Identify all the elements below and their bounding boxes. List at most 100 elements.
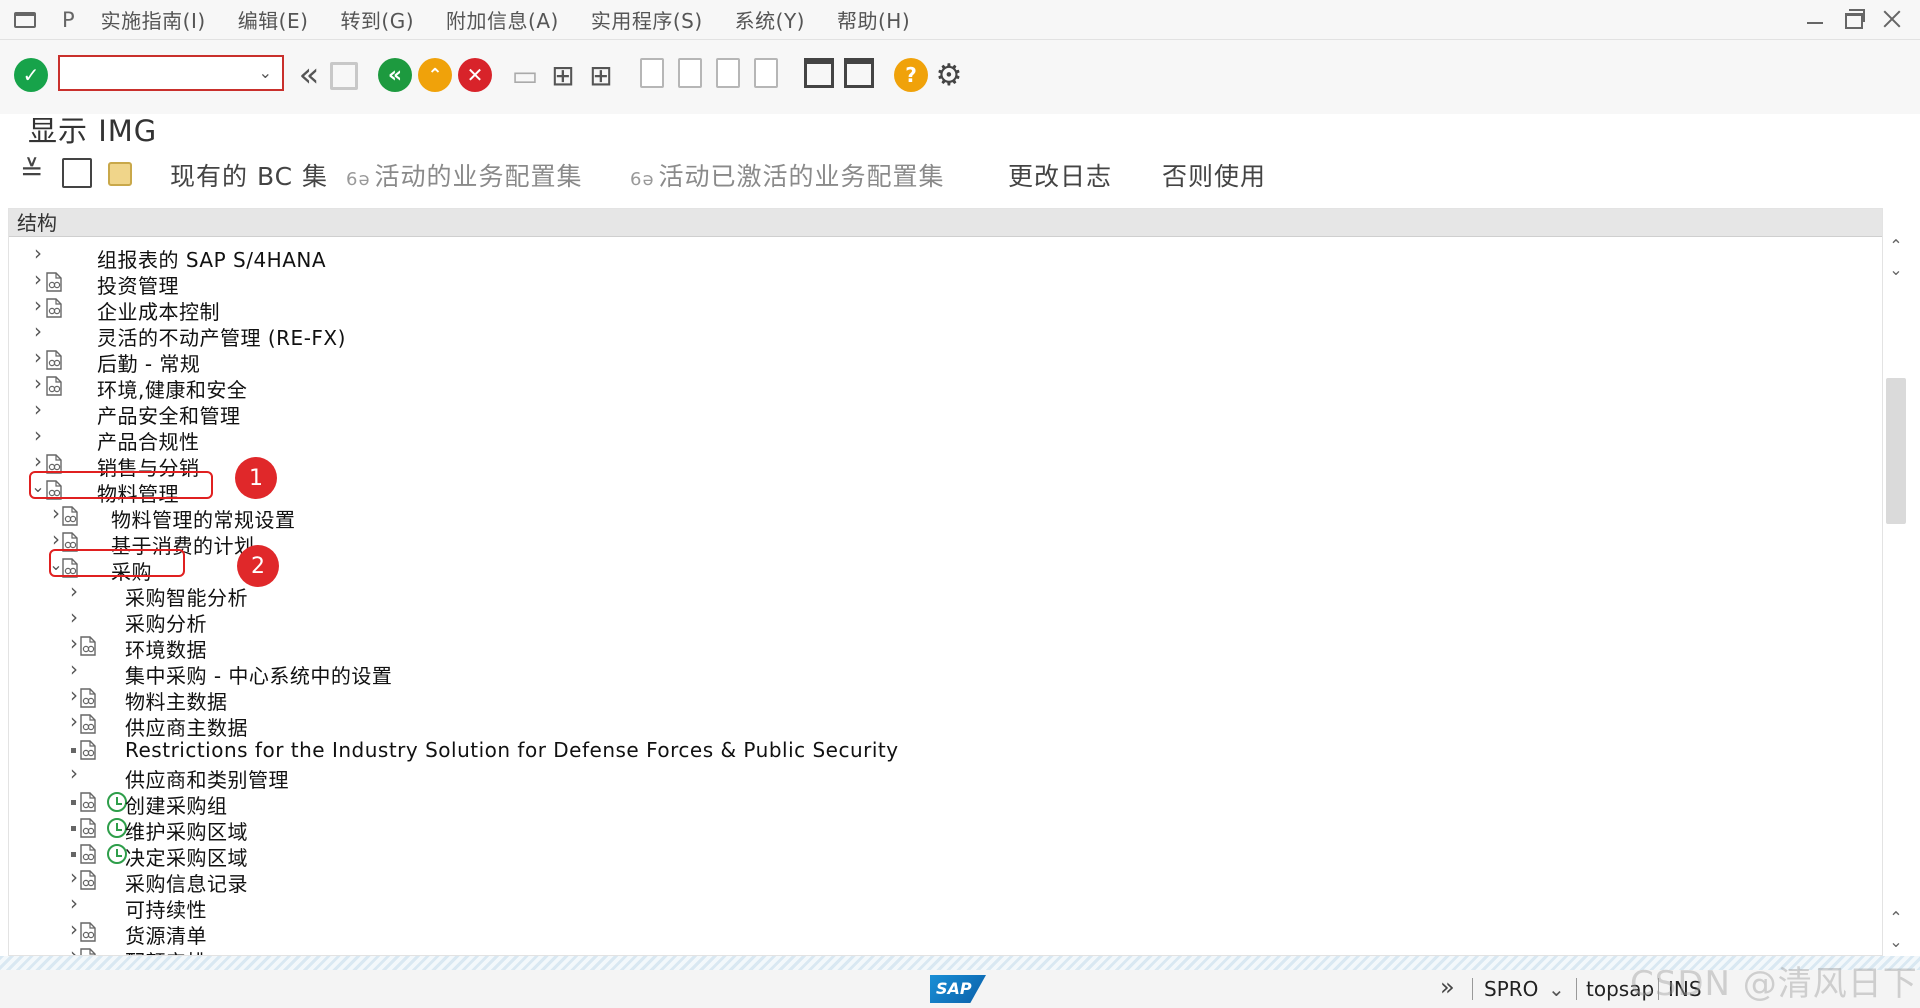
documentation-icon[interactable] — [45, 350, 63, 370]
documentation-icon[interactable] — [79, 714, 97, 734]
chevron-down-icon[interactable]: ⌄ — [259, 63, 272, 82]
close-icon[interactable] — [1880, 8, 1902, 30]
exit-icon[interactable]: ⌃ — [418, 58, 452, 92]
tree-node[interactable]: › 可持续性 — [9, 893, 1869, 922]
help-icon[interactable]: ? — [894, 58, 928, 92]
scroll-down-icon[interactable]: ⌄ — [1883, 260, 1909, 282]
settings-icon[interactable]: ⚙ — [932, 58, 966, 93]
tree-node[interactable]: ›配额安排 — [9, 945, 1869, 956]
documentation-icon[interactable] — [45, 376, 63, 396]
tree-node[interactable]: ⌄ 物料管理 — [9, 477, 1869, 506]
execute-clock-icon[interactable] — [107, 818, 127, 838]
release-notes-icon[interactable] — [108, 162, 132, 186]
subtree-icon[interactable] — [62, 158, 92, 188]
menu-item[interactable]: 实施指南(I) — [101, 5, 206, 34]
menu-item[interactable]: 转到(G) — [340, 5, 414, 34]
documentation-icon[interactable] — [79, 688, 97, 708]
execute-clock-icon[interactable] — [107, 792, 127, 812]
documentation-icon[interactable] — [79, 922, 97, 942]
tree-node[interactable]: › 采购分析 — [9, 607, 1869, 636]
tree-node[interactable]: › 基于消费的计划 — [9, 529, 1869, 558]
expand-icon[interactable]: › — [67, 581, 81, 607]
command-input[interactable] — [60, 57, 250, 89]
tree-node[interactable]: › 集中采购 - 中心系统中的设置 — [9, 659, 1869, 688]
documentation-icon[interactable] — [79, 636, 97, 656]
expand-icon[interactable]: › — [31, 243, 45, 269]
minimize-icon[interactable] — [1804, 8, 1826, 30]
expand-icon[interactable]: › — [67, 659, 81, 685]
active-bc-button[interactable]: 6ə 活动的业务配置集 — [346, 157, 583, 193]
tree-node[interactable]: › 采购信息记录 — [9, 867, 1869, 896]
tree-node[interactable]: 决定采购区域 — [9, 841, 1869, 870]
expand-icon[interactable]: › — [31, 269, 45, 295]
chevron-down-icon[interactable]: ⌄ — [1548, 977, 1565, 1001]
documentation-icon[interactable] — [79, 740, 97, 760]
tree-node[interactable]: › 采购智能分析 — [9, 581, 1869, 610]
scroll-up-icon[interactable]: ⌃ — [1883, 236, 1909, 258]
shortcut-icon[interactable] — [844, 58, 874, 88]
restore-icon[interactable] — [1842, 8, 1865, 30]
menu-item[interactable]: 系统(Y) — [735, 5, 805, 34]
tree-node[interactable]: › 环境,健康和安全 — [9, 373, 1869, 402]
cancel-icon[interactable]: ✕ — [458, 58, 492, 92]
documentation-icon[interactable] — [61, 506, 79, 526]
menu-item[interactable]: 帮助(H) — [837, 5, 910, 34]
menu-item[interactable]: 编辑(E) — [238, 5, 309, 34]
status-expand-icon[interactable]: » — [1440, 973, 1455, 1001]
personalize-icon[interactable]: P — [62, 8, 75, 32]
execute-clock-icon[interactable] — [107, 844, 127, 864]
tree-node[interactable]: › 货源清单 — [9, 919, 1869, 948]
documentation-icon[interactable] — [45, 298, 63, 318]
expand-icon[interactable]: › — [67, 607, 81, 633]
tree-node[interactable]: › 投资管理 — [9, 269, 1869, 298]
check-icon[interactable]: ✓ — [14, 58, 48, 92]
expand-icon[interactable]: › — [31, 347, 45, 373]
tree-node[interactable]: › 企业成本控制 — [9, 295, 1869, 324]
system-menu-icon[interactable] — [14, 11, 36, 28]
documentation-icon[interactable] — [79, 844, 97, 864]
documentation-icon[interactable] — [45, 272, 63, 292]
expand-icon[interactable]: › — [31, 321, 45, 347]
expand-icon[interactable]: › — [31, 295, 45, 321]
where-used-button[interactable]: 否则使用 — [1162, 157, 1266, 193]
command-field[interactable]: ⌄ — [58, 55, 284, 91]
expand-icon[interactable]: › — [31, 425, 45, 451]
expand-icon[interactable]: › — [67, 763, 81, 789]
expand-icon[interactable]: › — [31, 373, 45, 399]
tree-node[interactable]: › 销售与分销 — [9, 451, 1869, 480]
documentation-icon[interactable] — [79, 792, 97, 812]
documentation-icon[interactable] — [79, 948, 97, 956]
tree-node[interactable]: › 供应商主数据 — [9, 711, 1869, 740]
tree-node[interactable]: › 灵活的不动产管理 (RE-FX) — [9, 321, 1869, 350]
new-session-icon[interactable] — [804, 58, 834, 88]
tree-node[interactable]: 维护采购区域 — [9, 815, 1869, 844]
expand-all-icon[interactable]: ≚ — [20, 154, 50, 187]
expand-icon[interactable]: › — [67, 893, 81, 919]
tree-node[interactable]: › 后勤 - 常规 — [9, 347, 1869, 376]
tree-node[interactable]: › 产品合规性 — [9, 425, 1869, 454]
find-next-icon[interactable]: ⊞ — [584, 58, 618, 92]
tree-node[interactable]: 创建采购组 — [9, 789, 1869, 818]
tree-node[interactable]: › 供应商和类别管理 — [9, 763, 1869, 792]
tree-node[interactable]: › 产品安全和管理 — [9, 399, 1869, 428]
tree-node[interactable]: ⌄ 采购 — [9, 555, 1869, 584]
tree-node[interactable]: › 环境数据 — [9, 633, 1869, 662]
activated-bc-button[interactable]: 6ə 活动已激活的业务配置集 — [630, 157, 945, 193]
menu-item[interactable]: 附加信息(A) — [446, 5, 559, 34]
menu-item[interactable]: 实用程序(S) — [591, 5, 703, 34]
documentation-icon[interactable] — [79, 818, 97, 838]
documentation-icon[interactable] — [79, 870, 97, 890]
back-icon[interactable]: « — [378, 58, 412, 92]
scrollbar-thumb[interactable] — [1886, 378, 1906, 524]
tree-node[interactable]: Restrictions for the Industry Solution f… — [9, 737, 1869, 763]
tree-node[interactable]: › 物料主数据 — [9, 685, 1869, 714]
find-icon[interactable]: ⊞ — [546, 58, 580, 92]
expand-icon[interactable]: › — [31, 399, 45, 425]
page-down-icon[interactable]: ⌄ — [1883, 932, 1909, 954]
change-log-button[interactable]: 更改日志 — [1008, 157, 1112, 193]
page-up-icon[interactable]: ⌃ — [1883, 908, 1909, 930]
vertical-scrollbar[interactable]: ⌃ ⌄ ⌃ ⌄ — [1883, 236, 1909, 956]
bc-set-button[interactable]: 现有的 BC 集 — [170, 157, 328, 193]
tree-node[interactable]: › 组报表的 SAP S/4HANA — [9, 243, 1869, 272]
tree-node[interactable]: › 物料管理的常规设置 — [9, 503, 1869, 532]
